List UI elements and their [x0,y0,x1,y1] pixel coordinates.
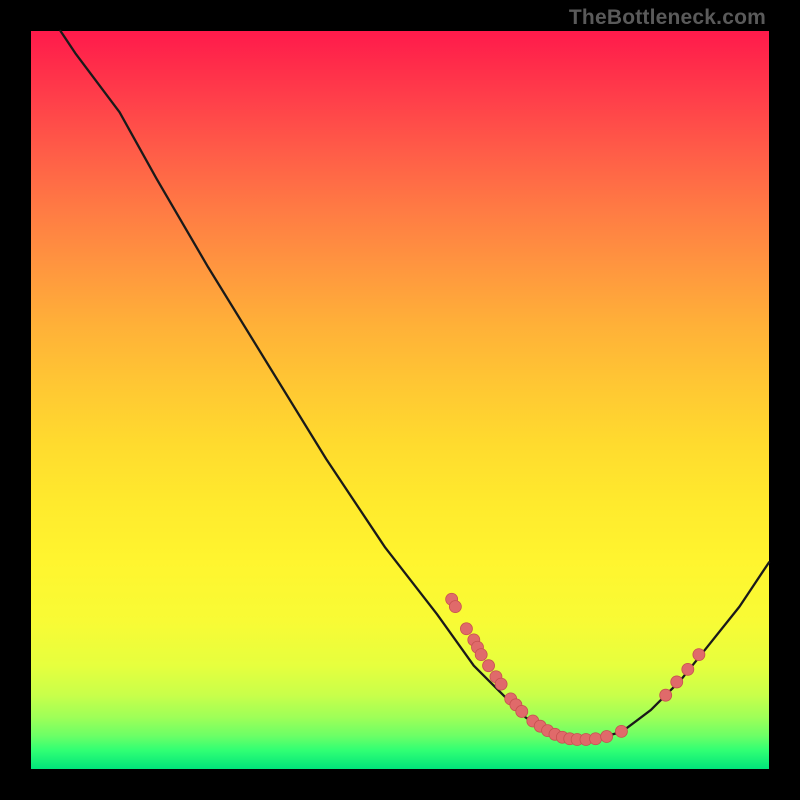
data-point [615,725,627,737]
data-point [590,733,602,745]
plot-area [31,31,769,769]
data-point [449,601,461,613]
data-point [483,660,495,672]
data-point [693,649,705,661]
watermark-label: TheBottleneck.com [569,6,766,30]
data-point [601,731,613,743]
data-point [682,663,694,675]
data-point [516,705,528,717]
data-point [460,623,472,635]
data-point [495,678,507,690]
data-points [446,593,705,745]
bottleneck-curve [61,31,769,739]
data-point [475,649,487,661]
chart-svg [31,31,769,769]
chart-container: TheBottleneck.com [0,0,800,800]
data-point [660,689,672,701]
data-point [671,676,683,688]
